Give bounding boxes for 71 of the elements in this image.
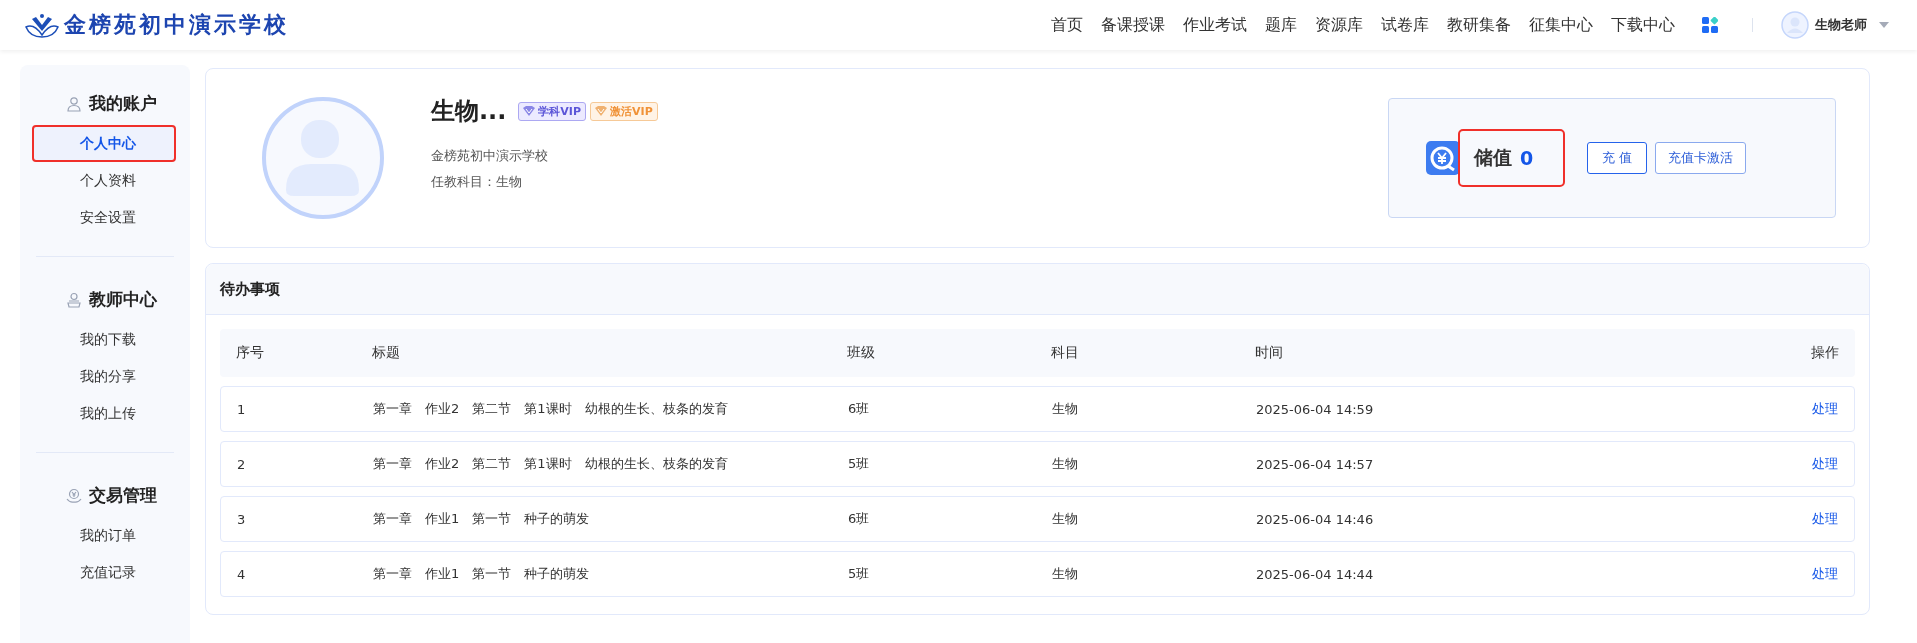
column-header: 序号 — [235, 344, 265, 362]
nav-link[interactable]: 下载中心 — [1602, 14, 1684, 36]
apps-grid-icon[interactable] — [1702, 17, 1718, 33]
column-header: 标题 — [372, 344, 401, 362]
user-display-name: 生物... — [431, 96, 507, 127]
nav-link[interactable]: 作业考试 — [1174, 14, 1256, 36]
user-name[interactable]: 生物老师 — [1815, 16, 1867, 34]
table-cell-text: 1 — [236, 401, 247, 417]
table-cell-text: 3 — [236, 511, 247, 527]
table-cell-text: 5班 — [848, 565, 871, 583]
recharge-button[interactable]: 充 值 — [1587, 142, 1648, 174]
table-cell-text: 第一章 作业1 第一节 种子的萌发 — [373, 565, 591, 583]
sidebar-item[interactable]: 我的分享 — [30, 358, 182, 395]
book-logo-icon — [24, 11, 60, 39]
nav-link[interactable]: 首页 — [1042, 14, 1092, 36]
table-cell-text: 2025-06-04 14:59 — [1256, 401, 1375, 417]
nav-link[interactable]: 题库 — [1256, 14, 1306, 36]
table-cell-text: 生物 — [1052, 455, 1079, 473]
section-title: 待办事项 — [220, 279, 280, 299]
table-cell-text: 2025-06-04 14:46 — [1256, 511, 1375, 527]
balance-label: 储值 — [1474, 145, 1512, 170]
sidebar-section-title: 交易管理 — [89, 485, 157, 507]
vip-badge: 激活VIP — [590, 101, 658, 121]
sidebar-item[interactable]: 我的订单 — [30, 517, 182, 554]
table-cell-text: 2 — [236, 456, 247, 472]
table-cell-text: 2025-06-04 14:44 — [1256, 566, 1375, 582]
process-link[interactable]: 处理 — [1812, 510, 1854, 528]
sidebar-item[interactable]: 个人中心 — [32, 125, 176, 162]
process-link[interactable]: 处理 — [1812, 565, 1854, 583]
table-cell-text: 6班 — [848, 400, 871, 418]
sidebar-item[interactable]: 安全设置 — [30, 199, 182, 236]
nav-link[interactable]: 征集中心 — [1520, 14, 1602, 36]
sidebar-item[interactable]: 个人资料 — [30, 162, 182, 199]
sidebar-item[interactable]: 我的下载 — [30, 321, 182, 358]
subject-info: 任教科目：生物 — [431, 174, 523, 191]
vip-badge: 学科VIP — [518, 101, 587, 121]
table-cell-text: 第一章 作业2 第二节 第1课时 幼根的生长、枝条的发育 — [373, 455, 729, 473]
sidebar-item[interactable]: 我的上传 — [30, 395, 182, 432]
process-link[interactable]: 处理 — [1812, 400, 1854, 418]
table-cell-text: 第一章 作业1 第一节 种子的萌发 — [373, 510, 591, 528]
nav-link[interactable]: 试卷库 — [1372, 14, 1438, 36]
nav-link[interactable]: 资源库 — [1306, 14, 1372, 36]
column-header: 操作 — [1811, 344, 1840, 362]
table-cell-text: 4 — [236, 566, 247, 582]
avatar-placeholder-icon — [261, 96, 385, 220]
user-icon — [66, 96, 82, 112]
sidebar-item[interactable]: 充值记录 — [30, 554, 182, 591]
column-header: 科目 — [1051, 344, 1080, 362]
balance-value: 0 — [1520, 147, 1534, 169]
school-logo-text: 金榜苑初中演示学校 — [64, 10, 289, 39]
avatar-icon[interactable] — [1781, 11, 1809, 39]
table-cell-text: 2025-06-04 14:57 — [1256, 456, 1375, 472]
sidebar-section-title: 教师中心 — [89, 289, 157, 311]
school-name: 金榜苑初中演示学校 — [431, 148, 549, 165]
process-link[interactable]: 处理 — [1812, 455, 1854, 473]
nav-link[interactable]: 备课授课 — [1092, 14, 1174, 36]
table-cell-text: 第一章 作业2 第二节 第1课时 幼根的生长、枝条的发育 — [373, 400, 729, 418]
teacher-icon — [66, 292, 82, 308]
column-header: 时间 — [1255, 344, 1284, 362]
nav-link[interactable]: 教研集备 — [1438, 14, 1520, 36]
sidebar-section-title: 我的账户 — [89, 93, 157, 115]
table-cell-text: 生物 — [1052, 565, 1079, 583]
table-cell-text: 5班 — [848, 455, 871, 473]
coin-hand-icon — [66, 488, 82, 504]
card-activate-button[interactable]: 充值卡激活 — [1655, 142, 1747, 174]
table-cell-text: 6班 — [848, 510, 871, 528]
table-cell-text: 生物 — [1052, 400, 1079, 418]
caret-icon[interactable] — [1879, 22, 1889, 28]
table-cell-text: 生物 — [1052, 510, 1079, 528]
yen-coin-icon — [1426, 141, 1460, 175]
column-header: 班级 — [847, 344, 876, 362]
